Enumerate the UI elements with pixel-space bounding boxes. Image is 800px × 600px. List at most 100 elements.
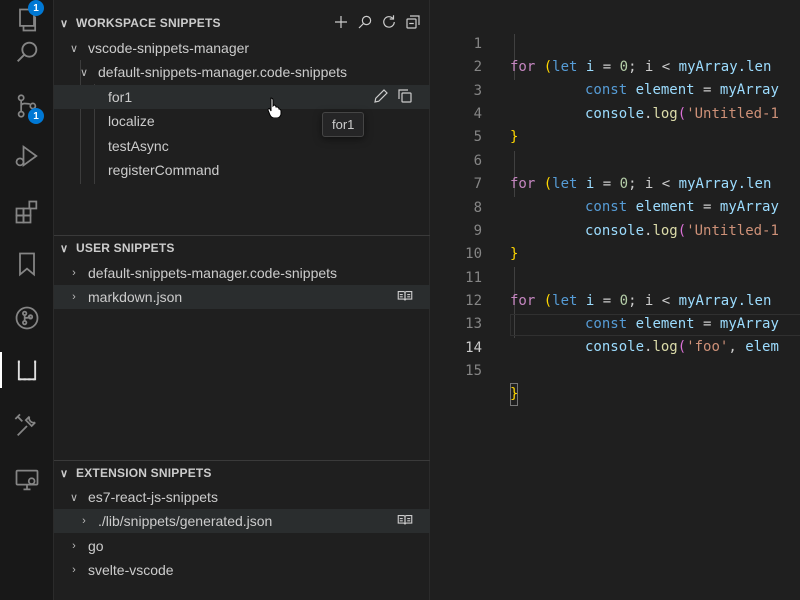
token: ; i < [628, 293, 679, 309]
open-preview-icon[interactable] [396, 287, 414, 308]
open-preview-icon[interactable] [396, 511, 414, 532]
tools-icon[interactable] [0, 406, 54, 446]
code-line: 11 for (let i = 0; i < myArray.len [430, 244, 771, 309]
code-line: 10 [430, 220, 482, 262]
remote-explorer-icon[interactable] [0, 460, 54, 500]
collapse-all-icon[interactable] [404, 13, 422, 34]
add-icon[interactable] [332, 13, 350, 34]
user-markdown-row[interactable]: › markdown.json [54, 285, 430, 309]
row-actions [396, 511, 414, 532]
snippet-item-registercommand[interactable]: registerCommand [54, 158, 430, 182]
extension-folder-row[interactable]: ∨ es7-react-js-snippets [54, 485, 430, 509]
search-icon[interactable] [0, 32, 54, 72]
token: elem [745, 339, 779, 355]
extension-file-row[interactable]: › ./lib/snippets/generated.json [54, 509, 430, 533]
user-file-row[interactable]: › default-snippets-manager.code-snippets [54, 261, 430, 285]
user-snippets-title: USER SNIPPETS [76, 241, 175, 255]
snippet-item-localize[interactable]: localize [54, 109, 430, 133]
extension-file-label: ./lib/snippets/generated.json [98, 513, 273, 529]
explorer-badge: 1 [28, 0, 44, 16]
token: 'foo' [686, 339, 729, 355]
snippet-label: for1 [108, 89, 133, 105]
token: myArray [678, 176, 738, 192]
token: 0 [619, 59, 629, 75]
token: for [510, 176, 536, 192]
workspace-snippets-header[interactable]: ∨ WORKSPACE SNIPPETS [54, 12, 430, 34]
extension-snippets-header[interactable]: ∨ EXTENSION SNIPPETS [54, 462, 430, 484]
chevron-right-icon: › [72, 540, 76, 552]
token: 0 [619, 293, 629, 309]
extension-snippets-title: EXTENSION SNIPPETS [76, 466, 212, 480]
token: log [652, 106, 678, 122]
token: .len [737, 293, 772, 309]
snippet-tooltip: for1 [322, 112, 365, 137]
code-line: 4 } [430, 80, 519, 145]
edit-icon[interactable] [372, 87, 390, 108]
code-line: 3 console.log('Untitled-1 [430, 57, 779, 122]
token: console [585, 223, 645, 239]
code-line: 1 for (let i = 0; i < myArray.len [430, 10, 772, 75]
git-graph-icon[interactable] [0, 298, 54, 338]
code-line: 9 } [430, 197, 519, 262]
chevron-right-icon: › [82, 515, 86, 527]
token: const [585, 82, 628, 98]
source-control-icon[interactable]: 1 [0, 86, 54, 126]
code-line: 12 const element = myArray [430, 267, 779, 332]
snippet-item-testasync[interactable]: testAsync [54, 134, 430, 158]
token: element [635, 316, 695, 332]
token: 'Untitled-1 [686, 223, 779, 239]
snippet-item-for1[interactable]: for1 [54, 85, 430, 109]
user-file-label: default-snippets-manager.code-snippets [88, 265, 338, 281]
token: console [585, 106, 645, 122]
workspace-folder-row[interactable]: ∨ vscode-snippets-manager [54, 36, 430, 60]
snippets-sidebar: ∨ WORKSPACE SNIPPETS ∨ vscode-snippets-m… [54, 0, 430, 600]
extension-folder-label: es7-react-js-snippets [88, 489, 218, 505]
line-number: 15 [465, 363, 482, 379]
chevron-down-icon: ∨ [60, 242, 69, 255]
token: myArray [719, 199, 779, 215]
token: console [585, 339, 645, 355]
workspace-actions [332, 12, 422, 34]
token: } [510, 129, 519, 145]
snippets-manager-icon[interactable] [0, 350, 54, 390]
run-debug-icon[interactable] [0, 136, 54, 176]
workspace-file-row[interactable]: ∨ default-snippets-manager.code-snippets [54, 60, 430, 84]
search-snippets-icon[interactable] [356, 13, 374, 34]
extension-svelte-row[interactable]: › svelte-vscode [54, 558, 430, 582]
extensions-icon[interactable] [0, 192, 54, 232]
token: for [510, 59, 536, 75]
snippet-label: testAsync [108, 138, 169, 154]
extension-go-row[interactable]: › go [54, 534, 430, 558]
token: = [594, 293, 620, 309]
token: let [552, 176, 578, 192]
token: for [510, 293, 536, 309]
token: const [585, 316, 628, 332]
section-divider [54, 460, 430, 461]
code-line: 13 console.log('foo', elem [430, 290, 779, 355]
chevron-right-icon: › [72, 267, 76, 279]
copy-icon[interactable] [396, 87, 414, 108]
token: element [635, 82, 695, 98]
token: myArray [719, 82, 779, 98]
refresh-icon[interactable] [380, 13, 398, 34]
snippet-label: registerCommand [108, 162, 220, 178]
token: myArray [678, 59, 738, 75]
token: } [510, 383, 519, 406]
snippet-actions [372, 87, 414, 108]
activity-bar: 1 1 [0, 0, 54, 600]
code-line: 5 [430, 103, 482, 145]
bookmarks-icon[interactable] [0, 244, 54, 284]
code-editor[interactable]: 1 for (let i = 0; i < myArray.len 2 cons… [430, 0, 800, 600]
extension-go-label: go [88, 538, 104, 554]
token: log [652, 339, 678, 355]
chevron-right-icon: › [72, 564, 76, 576]
extension-svelte-label: svelte-vscode [88, 562, 174, 578]
token: log [652, 223, 678, 239]
user-markdown-label: markdown.json [88, 289, 183, 305]
user-snippets-header[interactable]: ∨ USER SNIPPETS [54, 237, 430, 259]
snippet-label: localize [108, 113, 155, 129]
token: let [552, 293, 578, 309]
token: 0 [619, 176, 629, 192]
token: = [594, 176, 620, 192]
token: ; i < [628, 59, 679, 75]
